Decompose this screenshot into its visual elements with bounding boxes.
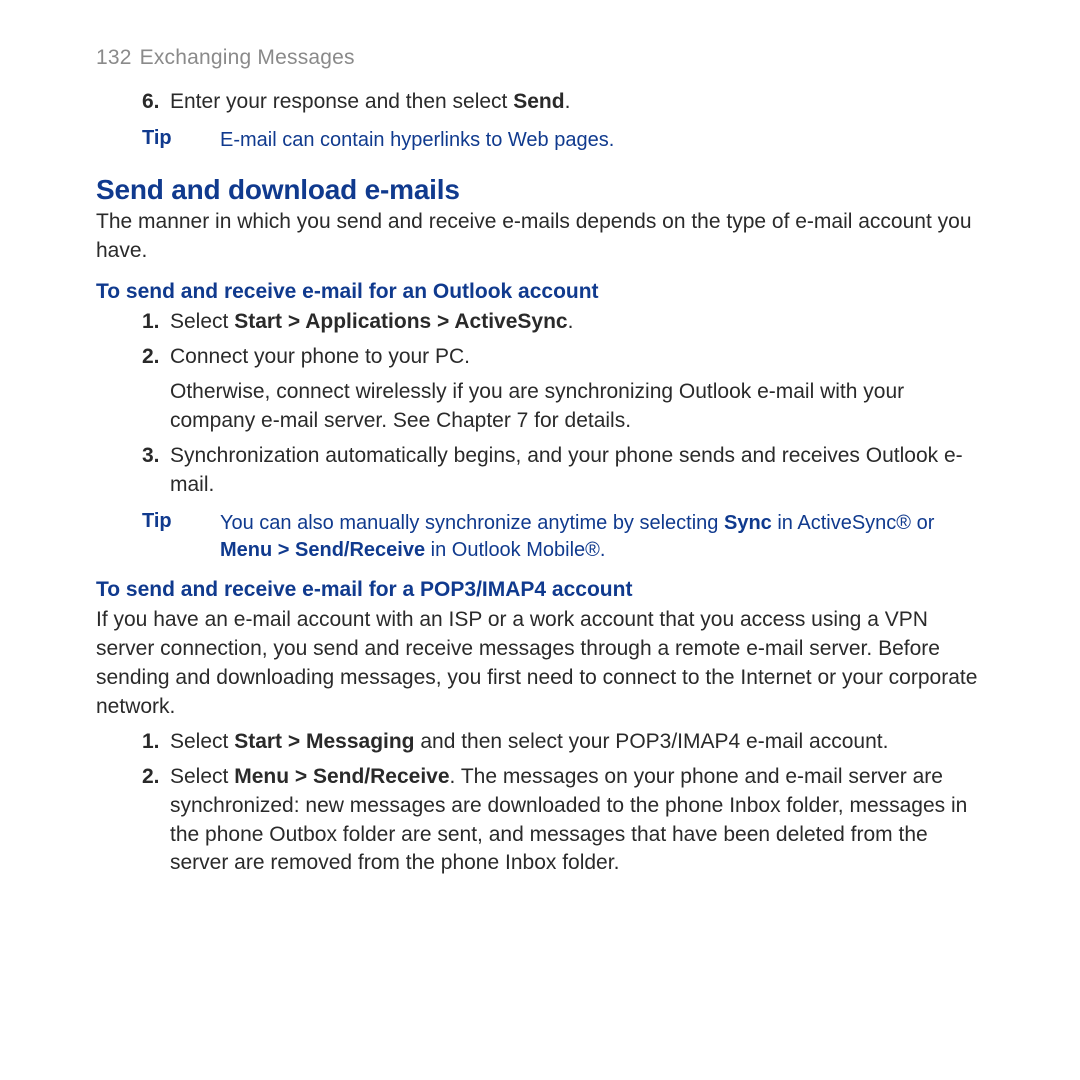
text: Select (170, 310, 234, 333)
text: . (568, 310, 574, 333)
subheading-outlook: To send and receive e-mail for an Outloo… (96, 280, 984, 304)
tip-label: Tip (142, 127, 220, 150)
text: and then select your POP3/IMAP4 e-mail a… (415, 730, 889, 753)
list-item-body: Select Menu > Send/Receive. The messages… (170, 763, 984, 879)
list-item-body: Select Start > Applications > ActiveSync… (170, 308, 984, 337)
tip-callout: Tip E-mail can contain hyperlinks to Web… (142, 127, 984, 154)
running-header: 132 Exchanging Messages (96, 46, 984, 70)
list-item-body: Connect your phone to your PC. Otherwise… (170, 343, 984, 436)
outlook-steps: 1. Select Start > Applications > ActiveS… (142, 308, 984, 500)
bold-text: Menu > Send/Receive (234, 765, 449, 788)
bold-text: Menu > Send/Receive (220, 539, 425, 561)
list-item-body: Synchronization automatically begins, an… (170, 442, 984, 500)
manual-page: 132 Exchanging Messages 6. Enter your res… (0, 0, 1080, 944)
text: Select (170, 730, 234, 753)
section-heading: Send and download e-mails (96, 174, 984, 206)
list-marker: 1. (142, 308, 170, 337)
text: Synchronization automatically begins, an… (170, 444, 963, 496)
chapter-title: Exchanging Messages (140, 46, 355, 69)
text: in Outlook Mobile®. (425, 539, 605, 561)
list-marker: 3. (142, 442, 170, 471)
page-number: 132 (96, 46, 132, 69)
section-intro: The manner in which you send and receive… (96, 208, 984, 266)
text: You can also manually synchronize anytim… (220, 512, 724, 534)
tip-callout: Tip You can also manually synchronize an… (142, 510, 984, 564)
list-marker: 1. (142, 728, 170, 757)
bold-text: Start > Messaging (234, 730, 414, 753)
list-marker: 6. (142, 88, 170, 117)
list-item-body: Select Start > Messaging and then select… (170, 728, 984, 757)
text: Connect your phone to your PC. (170, 345, 470, 368)
list-item: 3. Synchronization automatically begins,… (142, 442, 984, 500)
pop3-intro: If you have an e-mail account with an IS… (96, 606, 984, 722)
subheading-pop3: To send and receive e-mail for a POP3/IM… (96, 578, 984, 602)
tip-label: Tip (142, 510, 220, 533)
list-item: 2. Connect your phone to your PC. Otherw… (142, 343, 984, 436)
bold-text: Start > Applications > ActiveSync (234, 310, 567, 333)
list-item: 1. Select Start > Messaging and then sel… (142, 728, 984, 757)
tip-body: E-mail can contain hyperlinks to Web pag… (220, 127, 984, 154)
continuation-paragraph: Otherwise, connect wirelessly if you are… (170, 378, 984, 436)
list-item: 6. Enter your response and then select S… (142, 88, 984, 117)
text: Select (170, 765, 234, 788)
text: . (565, 90, 571, 113)
list-item: 1. Select Start > Applications > ActiveS… (142, 308, 984, 337)
bold-text: Sync (724, 512, 772, 534)
text: in ActiveSync® or (772, 512, 935, 534)
list-marker: 2. (142, 763, 170, 792)
continued-ordered-list: 6. Enter your response and then select S… (142, 88, 984, 117)
list-item: 2. Select Menu > Send/Receive. The messa… (142, 763, 984, 879)
list-marker: 2. (142, 343, 170, 372)
bold-text: Send (513, 90, 564, 113)
pop3-steps: 1. Select Start > Messaging and then sel… (142, 728, 984, 879)
tip-body: You can also manually synchronize anytim… (220, 510, 984, 564)
text: Enter your response and then select (170, 90, 513, 113)
list-item-body: Enter your response and then select Send… (170, 88, 984, 117)
